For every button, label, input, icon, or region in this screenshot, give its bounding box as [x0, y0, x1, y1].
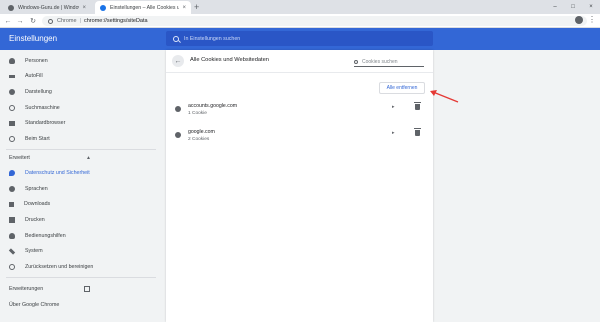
sidebar-item-label: Downloads	[24, 201, 51, 207]
new-tab-button[interactable]: +	[194, 2, 199, 12]
browser-icon	[9, 120, 15, 126]
sidebar-item-label: Suchmaschine	[25, 105, 60, 111]
sidebar-item-darstellung[interactable]: Darstellung	[0, 86, 160, 98]
sidebar-item-bedienungshilfen[interactable]: Bedienungshilfen	[0, 230, 160, 242]
cookie-count: 1 Cookie	[188, 111, 207, 116]
autofill-icon	[9, 74, 15, 78]
external-link-icon[interactable]	[84, 286, 90, 292]
search-icon	[354, 60, 358, 64]
sidebar-item-suchmaschine[interactable]: Suchmaschine	[0, 102, 160, 114]
sidebar-divider	[6, 149, 156, 150]
back-arrow-icon[interactable]: ←	[3, 16, 13, 26]
sidebar-item-label: Darstellung	[25, 89, 52, 95]
url-separator: |	[79, 18, 81, 24]
chevron-up-icon[interactable]: ▲	[86, 155, 91, 161]
palette-icon	[9, 89, 15, 95]
sidebar-item-label: Standardbrowser	[25, 120, 66, 126]
tab-title: Einstellungen – Alle Cookies und	[110, 4, 180, 11]
sidebar-item-label: Personen	[25, 58, 48, 64]
globe-icon	[175, 106, 181, 112]
sidebar-item-datenschutz[interactable]: Datenschutz und Sicherheit	[0, 167, 160, 179]
settings-favicon-icon	[100, 4, 106, 11]
tab-title: Windows-Guru.de | Windows Tip	[18, 4, 79, 11]
sidebar-item-downloads[interactable]: Downloads	[0, 198, 160, 210]
sidebar-item-about[interactable]: Über Google Chrome	[9, 302, 59, 308]
sidebar-item-label: System	[25, 248, 43, 254]
reset-icon	[9, 264, 15, 270]
search-placeholder: In Einstellungen suchen	[184, 35, 241, 42]
page-title: Einstellungen	[9, 34, 58, 43]
forward-arrow-icon[interactable]: →	[15, 16, 25, 26]
sidebar-item-standardbrowser[interactable]: Standardbrowser	[0, 117, 160, 129]
more-menu-icon[interactable]: ⋮	[588, 15, 596, 25]
settings-search-input[interactable]: In Einstellungen suchen	[166, 31, 433, 46]
tab-windows-guru[interactable]: Windows-Guru.de | Windows Tip ×	[3, 1, 91, 14]
card-title: Alle Cookies und Websitedaten	[190, 57, 269, 63]
site-name: google.com	[188, 129, 215, 135]
cookies-card: ← Alle Cookies und Websitedaten Cookies …	[166, 50, 433, 322]
sidebar-item-label: Sprachen	[25, 186, 48, 192]
wrench-icon	[8, 247, 16, 255]
scrollbar[interactable]	[594, 50, 600, 322]
back-button[interactable]: ←	[172, 55, 184, 67]
expand-arrow-icon[interactable]: ▸	[392, 130, 395, 136]
sidebar-item-sprachen[interactable]: Sprachen	[0, 183, 160, 195]
sidebar-item-drucken[interactable]: Drucken	[0, 214, 160, 226]
remove-all-button[interactable]: Alle entfernen	[379, 82, 425, 94]
sidebar-item-label: AutoFill	[25, 73, 43, 79]
browser-toolbar: ← → ↻ Chrome | chrome://settings/siteDat…	[0, 14, 600, 28]
reload-icon[interactable]: ↻	[28, 16, 38, 26]
sidebar-item-label: Bedienungshilfen	[25, 233, 66, 239]
tab-close-icon[interactable]: ×	[82, 5, 86, 11]
sidebar-item-zuruecksetzen[interactable]: Zurücksetzen und bereinigen	[0, 261, 160, 273]
maximize-button[interactable]: □	[564, 0, 582, 14]
tab-strip: Windows-Guru.de | Windows Tip × Einstell…	[0, 0, 600, 14]
sidebar-item-system[interactable]: System	[0, 245, 160, 257]
site-name: accounts.google.com	[188, 103, 238, 109]
search-icon	[9, 105, 15, 111]
scheme-label: Chrome	[57, 18, 77, 24]
address-bar[interactable]: Chrome | chrome://settings/siteData ☆	[42, 16, 587, 26]
sidebar-item-label: Datenschutz und Sicherheit	[25, 170, 90, 176]
shield-icon	[9, 170, 15, 176]
settings-sidebar: Personen AutoFill Darstellung Suchmaschi…	[0, 50, 160, 322]
accessibility-icon	[9, 233, 15, 239]
sidebar-item-beim-start[interactable]: Beim Start	[0, 133, 160, 145]
advanced-section-label[interactable]: Erweitert	[9, 155, 30, 161]
person-icon	[9, 58, 15, 64]
tab-settings-cookies[interactable]: Einstellungen – Alle Cookies und ×	[95, 1, 191, 14]
search-icon	[173, 35, 179, 42]
sidebar-item-erweiterungen[interactable]: Erweiterungen	[9, 286, 43, 292]
list-item[interactable]: google.com 2 Cookies ▸	[166, 127, 433, 147]
sidebar-item-label: Zurücksetzen und bereinigen	[25, 264, 94, 270]
expand-arrow-icon[interactable]: ▸	[392, 104, 395, 110]
sidebar-item-autofill[interactable]: AutoFill	[0, 70, 160, 82]
card-divider	[166, 72, 433, 73]
close-window-button[interactable]: ×	[582, 0, 600, 14]
minimize-button[interactable]: –	[546, 0, 564, 14]
list-item[interactable]: accounts.google.com 1 Cookie ▸	[166, 101, 433, 121]
printer-icon	[9, 217, 15, 223]
cookie-search-input[interactable]: Cookies suchen	[354, 58, 424, 67]
sidebar-item-label: Drucken	[25, 217, 45, 223]
cookie-count: 2 Cookies	[188, 137, 210, 142]
globe-icon	[9, 186, 15, 192]
download-icon	[9, 201, 14, 207]
tab-close-icon[interactable]: ×	[182, 5, 186, 11]
sidebar-divider	[6, 277, 156, 278]
url-text: chrome://settings/siteData	[84, 18, 148, 24]
sidebar-item-personen[interactable]: Personen	[0, 55, 160, 67]
globe-icon	[175, 132, 181, 138]
site-info-icon[interactable]	[48, 18, 53, 24]
windows-guru-favicon-icon	[8, 4, 14, 11]
trash-icon[interactable]	[414, 128, 421, 136]
profile-avatar[interactable]	[575, 16, 583, 24]
cookie-search-placeholder: Cookies suchen	[362, 59, 398, 65]
trash-icon[interactable]	[414, 102, 421, 110]
power-icon	[9, 136, 15, 142]
settings-header: Einstellungen In Einstellungen suchen	[0, 28, 600, 50]
sidebar-item-label: Beim Start	[25, 136, 50, 142]
